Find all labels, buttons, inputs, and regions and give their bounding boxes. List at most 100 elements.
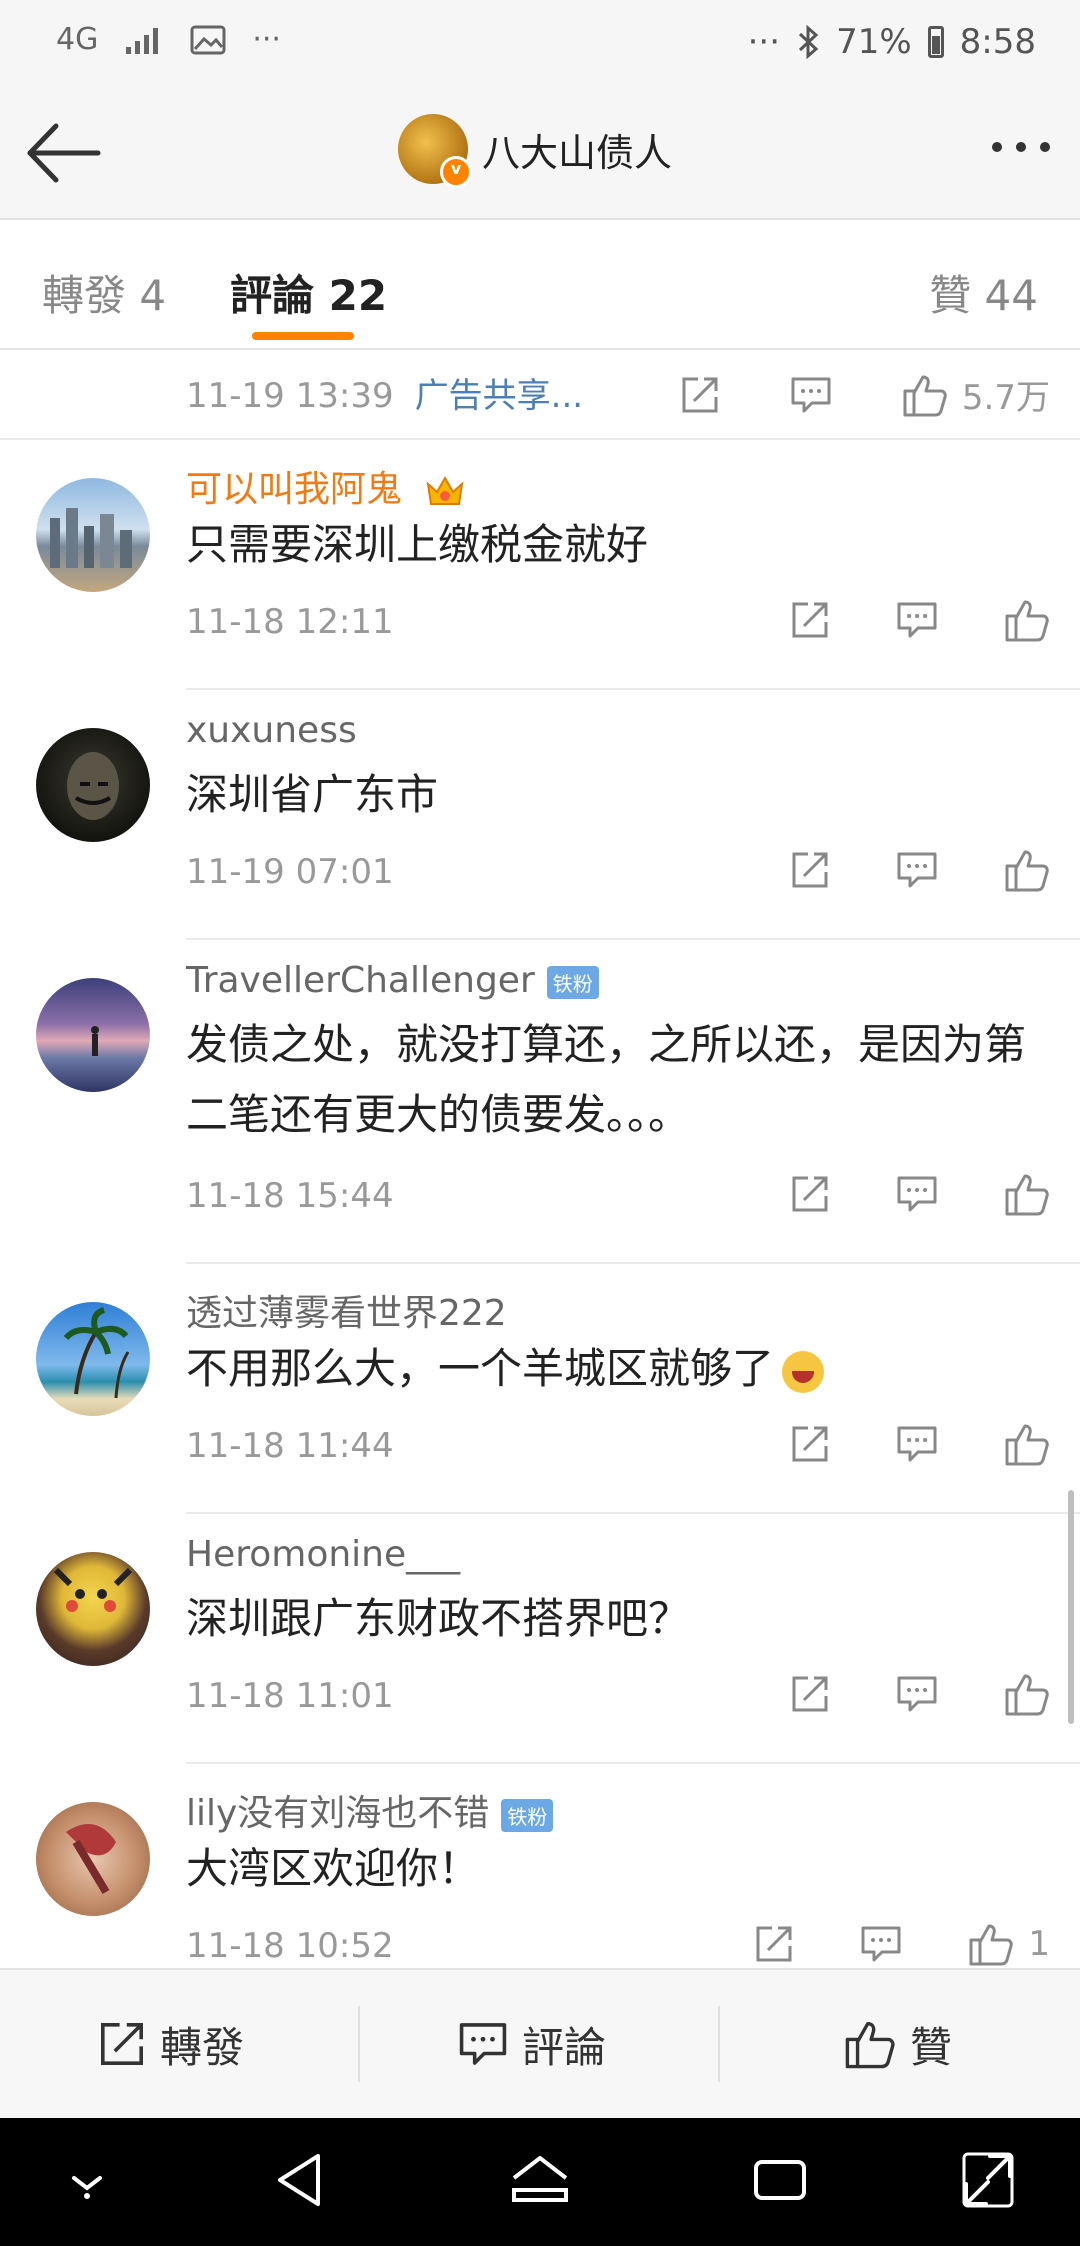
- tab-likes[interactable]: 贊 44: [929, 262, 1038, 323]
- tab-comments[interactable]: 評論 22: [230, 262, 387, 323]
- like-button[interactable]: 1: [968, 1922, 1050, 1966]
- comment-button[interactable]: 評論: [458, 1970, 606, 2118]
- ad-link[interactable]: 广告共享...: [415, 376, 583, 416]
- reply-button[interactable]: [860, 1924, 902, 1964]
- battery-icon: [927, 26, 944, 58]
- image-icon: [190, 25, 226, 54]
- comment-text: 深圳省广东市: [186, 770, 439, 819]
- share-button[interactable]: [754, 1924, 794, 1964]
- share-icon: [792, 852, 828, 888]
- like-button[interactable]: [1004, 1172, 1050, 1216]
- comment-icon: [861, 1926, 901, 1962]
- username[interactable]: 可以叫我阿鬼: [186, 460, 465, 512]
- like-button[interactable]: 5.7万: [902, 370, 1050, 419]
- like-button[interactable]: [1004, 1672, 1050, 1716]
- reply-button[interactable]: [896, 1424, 938, 1464]
- expand-icon: [962, 2152, 1014, 2208]
- comment-time: 11-19 13:39: [186, 376, 394, 416]
- more-notifications: ···: [252, 22, 281, 57]
- username[interactable]: xuxuness: [186, 710, 357, 751]
- nav-recents-button[interactable]: [750, 2150, 810, 2214]
- share-button[interactable]: [790, 1174, 830, 1214]
- active-tab-indicator: [252, 332, 354, 340]
- share-icon: [101, 2023, 143, 2065]
- reply-button[interactable]: [896, 1674, 938, 1714]
- thumbs-up-icon: [903, 375, 947, 416]
- share-icon: [792, 1676, 828, 1712]
- username[interactable]: lily没有刘海也不错 铁粉: [186, 1784, 554, 1836]
- share-button[interactable]: [790, 1424, 830, 1464]
- comment-icon: [897, 852, 937, 888]
- thumbs-up-icon: [1005, 1424, 1049, 1466]
- scrollbar[interactable]: [1068, 1490, 1074, 1724]
- like-count: 5.7万: [961, 378, 1050, 418]
- header: v 八大山债人: [0, 90, 1080, 220]
- back-triangle-icon: [278, 2154, 320, 2206]
- thumbs-up-icon: [969, 1924, 1014, 1966]
- comment-icon: [897, 602, 937, 638]
- page-title[interactable]: 八大山债人: [482, 122, 672, 177]
- comment-text: 大湾区欢迎你！: [186, 1844, 481, 1893]
- username[interactable]: Heromonine___: [186, 1534, 460, 1575]
- user-avatar[interactable]: [36, 728, 150, 842]
- like-button[interactable]: [1004, 598, 1050, 642]
- comment-time: 11-19 07:01: [186, 852, 394, 892]
- status-dots: ···: [747, 22, 781, 62]
- verified-badge: v: [440, 156, 472, 188]
- battery-percent: 71%: [836, 22, 912, 62]
- nav-hide-button[interactable]: [62, 2170, 112, 2204]
- share-icon: [792, 1176, 828, 1212]
- chevron-down-icon: [72, 2176, 102, 2199]
- repost-button[interactable]: 轉發: [98, 1970, 244, 2118]
- thumbs-up-icon: [1005, 850, 1049, 892]
- like-button[interactable]: [1004, 1422, 1050, 1466]
- fan-badge: 铁粉: [501, 1798, 554, 1832]
- like-button[interactable]: [1004, 848, 1050, 892]
- tab-reposts[interactable]: 轉發 4: [42, 262, 166, 323]
- thumbs-up-icon: [1005, 1674, 1049, 1716]
- share-button[interactable]: [790, 850, 830, 890]
- nav-home-button[interactable]: [508, 2150, 572, 2214]
- recents-icon: [754, 2160, 806, 2200]
- home-icon: [512, 2156, 568, 2202]
- comment-icon: [791, 377, 831, 412]
- status-bar: 4G ··· ··· 71% 8:58: [0, 0, 1080, 90]
- username[interactable]: TravellerChallenger 铁粉: [186, 960, 599, 1001]
- comment-icon: [897, 1676, 937, 1712]
- user-avatar[interactable]: [36, 978, 150, 1092]
- comment-time: 11-18 12:11: [186, 602, 394, 642]
- like-count: 1: [1028, 1924, 1050, 1964]
- account-avatar[interactable]: v: [398, 114, 472, 188]
- comment-item: TravellerChallenger 铁粉 发债之处，就没打算还，之所以还，是因…: [0, 940, 1080, 1264]
- nav-back-button[interactable]: [272, 2150, 328, 2214]
- comment-icon: [897, 1426, 937, 1462]
- reply-button[interactable]: [896, 850, 938, 890]
- comment-item: 透过薄雾看世界222 不用那么大，一个羊城区就够了 11-18 11:44: [0, 1264, 1080, 1514]
- comment-icon: [897, 1176, 937, 1212]
- comment-item: 可以叫我阿鬼 只需要深圳上缴税金就好 11-18 12:11: [0, 440, 1080, 690]
- more-button[interactable]: [992, 142, 1050, 152]
- share-icon: [792, 1426, 828, 1462]
- username[interactable]: 透过薄雾看世界222: [186, 1284, 507, 1336]
- laughing-emoji-icon: [782, 1350, 825, 1393]
- share-button[interactable]: [790, 600, 830, 640]
- reply-button[interactable]: [790, 375, 832, 415]
- comment-text: 发债之处，就没打算还，之所以还，是因为第二笔还有更大的债要发。。。: [186, 1020, 1027, 1139]
- back-button[interactable]: [24, 118, 104, 188]
- reply-button[interactable]: [896, 1174, 938, 1214]
- system-nav-bar: [0, 2118, 1080, 2246]
- tab-bar: 轉發 4 評論 22 贊 44: [0, 220, 1080, 350]
- like-post-button[interactable]: 贊: [844, 1970, 952, 2118]
- comment-text: 只需要深圳上缴税金就好: [186, 520, 649, 569]
- user-avatar[interactable]: [36, 478, 150, 592]
- share-button[interactable]: [680, 375, 720, 415]
- comment-text: 不用那么大，一个羊城区就够了: [186, 1334, 1050, 1404]
- reply-button[interactable]: [896, 600, 938, 640]
- comment-list[interactable]: 11-19 13:39 广告共享... 5.7万 可以叫我阿鬼 只需要深圳上缴税…: [0, 350, 1080, 1968]
- user-avatar[interactable]: [36, 1302, 150, 1416]
- user-avatar[interactable]: [36, 1802, 150, 1916]
- nav-expand-button[interactable]: [960, 2150, 1016, 2214]
- account-header[interactable]: v 八大山债人: [398, 114, 672, 188]
- user-avatar[interactable]: [36, 1552, 150, 1666]
- share-button[interactable]: [790, 1674, 830, 1714]
